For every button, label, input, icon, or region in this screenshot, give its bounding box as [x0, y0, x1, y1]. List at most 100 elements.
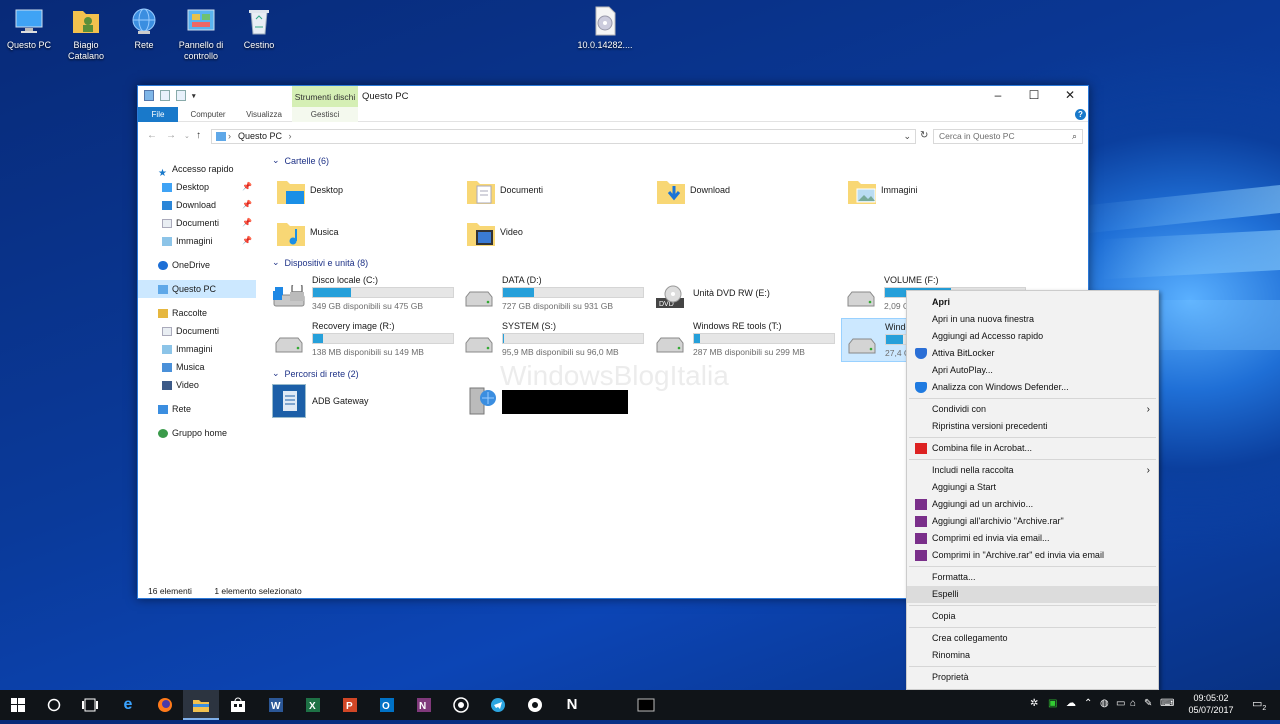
- menu-item-apri-in-una-nuova-finestra[interactable]: Apri in una nuova finestra: [907, 311, 1158, 328]
- nav-rete[interactable]: Rete: [138, 400, 256, 418]
- desktop-icon-questo-pc[interactable]: Questo PC: [1, 5, 57, 51]
- nav-desktop[interactable]: Desktop 📌: [138, 178, 256, 196]
- app-icon[interactable]: [517, 690, 553, 720]
- tray-app-icon[interactable]: ◍: [1100, 698, 1109, 709]
- menu-item-aggiungi-all-archivio-archive-rar[interactable]: Aggiungi all'archivio "Archive.rar": [907, 513, 1158, 530]
- drive-c[interactable]: Disco locale (C:) 349 GB disponibili su …: [272, 275, 454, 317]
- file-explorer-icon[interactable]: [183, 690, 219, 720]
- nav-accesso-rapido[interactable]: ★ Accesso rapido: [138, 160, 256, 179]
- desktop-icon-cestino[interactable]: Cestino: [231, 5, 287, 51]
- pen-icon[interactable]: ✎: [1144, 698, 1152, 709]
- telegram-icon[interactable]: [480, 690, 516, 720]
- menu-item-attiva-bitlocker[interactable]: Attiva BitLocker: [907, 345, 1158, 362]
- desktop-icon-iso-file[interactable]: 10.0.14282....: [572, 5, 638, 51]
- menu-item-ripristina-versioni-precedenti[interactable]: Ripristina versioni precedenti: [907, 418, 1158, 435]
- menu-item-aggiungi-a-start[interactable]: Aggiungi a Start: [907, 479, 1158, 496]
- help-icon[interactable]: ?: [1075, 109, 1086, 120]
- menu-item-aggiungi-ad-accesso-rapido[interactable]: Aggiungi ad Accesso rapido: [907, 328, 1158, 345]
- notion-icon[interactable]: N: [554, 690, 590, 720]
- nav-download[interactable]: Download 📌: [138, 196, 256, 214]
- task-view-icon[interactable]: [72, 690, 108, 720]
- tray-app-icon[interactable]: ⌂: [1130, 698, 1136, 709]
- menu-item-aggiungi-ad-un-archivio[interactable]: Aggiungi ad un archivio...: [907, 496, 1158, 513]
- tray-app-icon[interactable]: ▣: [1048, 698, 1057, 709]
- drive-s[interactable]: SYSTEM (S:) 95,9 MB disponibili su 96,0 …: [462, 321, 644, 363]
- nav-questo-pc[interactable]: Questo PC: [138, 280, 256, 298]
- terminal-icon[interactable]: [628, 690, 664, 720]
- forward-icon[interactable]: →: [166, 130, 176, 141]
- tray-settings-icon[interactable]: ✲: [1030, 698, 1038, 709]
- minimize-button[interactable]: –: [980, 86, 1016, 107]
- word-icon[interactable]: W: [258, 690, 294, 720]
- group-header-devices[interactable]: ⌄ Dispositivi e unità (8): [272, 257, 1082, 268]
- menu-item-analizza-con-windows-defender[interactable]: Analizza con Windows Defender...: [907, 379, 1158, 396]
- drive-e-dvd[interactable]: DVD Unità DVD RW (E:): [653, 275, 833, 317]
- desktop-icon-pannello[interactable]: Pannello di controllo: [173, 5, 229, 62]
- recent-locations-icon[interactable]: ⌄: [184, 132, 190, 140]
- firefox-icon[interactable]: [147, 690, 183, 720]
- address-box[interactable]: › Questo PC › ⌄: [211, 129, 916, 144]
- pin-icon[interactable]: 📌: [242, 214, 252, 232]
- menu-item-espelli[interactable]: Espelli: [907, 586, 1158, 603]
- network-location-adb-gateway[interactable]: ADB Gateway: [272, 384, 452, 424]
- menu-item-crea-collegamento[interactable]: Crea collegamento: [907, 630, 1158, 647]
- desktop-icon-rete[interactable]: Rete: [116, 5, 172, 51]
- battery-icon[interactable]: ▭: [1116, 698, 1125, 709]
- address-dropdown-icon[interactable]: ⌄: [903, 130, 911, 143]
- tab-file[interactable]: File: [138, 107, 178, 122]
- nav-raccolte[interactable]: Raccolte: [138, 304, 256, 322]
- whatsapp-icon[interactable]: [443, 690, 479, 720]
- menu-item-combina-file-in-acrobat[interactable]: Combina file in Acrobat...: [907, 440, 1158, 457]
- notification-center-icon[interactable]: ▭2: [1252, 697, 1266, 712]
- nav-raccolte-video[interactable]: Video: [138, 376, 256, 394]
- tray-chevron-icon[interactable]: ⌃: [1084, 698, 1092, 709]
- close-button[interactable]: ✕: [1052, 86, 1088, 107]
- drive-d[interactable]: DATA (D:) 727 GB disponibili su 931 GB: [462, 275, 644, 317]
- folder-musica[interactable]: Musica: [276, 214, 456, 254]
- menu-item-condividi-con[interactable]: Condividi con ›: [907, 401, 1158, 418]
- properties-icon[interactable]: [160, 90, 170, 101]
- start-icon[interactable]: [0, 690, 36, 720]
- nav-raccolte-immagini[interactable]: Immagini: [138, 340, 256, 358]
- new-folder-icon[interactable]: [176, 90, 186, 101]
- nav-documenti[interactable]: Documenti 📌: [138, 214, 256, 232]
- breadcrumb-chevron-icon[interactable]: ›: [289, 131, 292, 141]
- pin-icon[interactable]: 📌: [242, 196, 252, 214]
- nav-immagini[interactable]: Immagini 📌: [138, 232, 256, 250]
- maximize-button[interactable]: ☐: [1016, 86, 1052, 107]
- menu-item-copia[interactable]: Copia: [907, 608, 1158, 625]
- drive-t[interactable]: Windows RE tools (T:) 287 MB disponibili…: [653, 321, 835, 363]
- cortana-icon[interactable]: [36, 690, 72, 720]
- nav-onedrive[interactable]: OneDrive: [138, 256, 256, 274]
- nav-gruppo-home[interactable]: Gruppo home: [138, 424, 256, 442]
- onenote-icon[interactable]: N: [406, 690, 442, 720]
- menu-item-apri[interactable]: Apri: [907, 294, 1158, 311]
- clock[interactable]: 09:05:02 05/07/2017: [1176, 692, 1246, 716]
- refresh-icon[interactable]: ↻: [920, 130, 928, 141]
- tab-gestisci[interactable]: Gestisci: [292, 107, 358, 122]
- pin-icon[interactable]: 📌: [242, 232, 252, 250]
- menu-item-propriet[interactable]: Proprietà: [907, 669, 1158, 686]
- pin-icon[interactable]: 📌: [242, 178, 252, 196]
- up-icon[interactable]: ↑: [196, 130, 201, 141]
- powerpoint-icon[interactable]: P: [332, 690, 368, 720]
- menu-item-rinomina[interactable]: Rinomina: [907, 647, 1158, 664]
- nav-raccolte-documenti[interactable]: Documenti: [138, 322, 256, 340]
- folder-video[interactable]: Video: [466, 214, 646, 254]
- menu-item-includi-nella-raccolta[interactable]: Includi nella raccolta ›: [907, 462, 1158, 479]
- excel-icon[interactable]: X: [295, 690, 331, 720]
- menu-item-comprimi-ed-invia-via-email[interactable]: Comprimi ed invia via email...: [907, 530, 1158, 547]
- drive-r[interactable]: Recovery image (R:) 138 MB disponibili s…: [272, 321, 454, 363]
- keyboard-icon[interactable]: ⌨: [1160, 698, 1174, 709]
- drive-windows-selected[interactable]: Windo 27,4 G: [841, 318, 913, 362]
- desktop-icon-user-folder[interactable]: Biagio Catalano: [58, 5, 114, 62]
- folder-desktop[interactable]: Desktop: [276, 172, 456, 212]
- folder-download[interactable]: Download: [656, 172, 836, 212]
- customize-toolbar-icon[interactable]: ▾: [192, 92, 196, 100]
- tab-computer[interactable]: Computer: [184, 107, 232, 122]
- menu-item-comprimi-in-archive-rar-ed-invia-via-email[interactable]: Comprimi in "Archive.rar" ed invia via e…: [907, 547, 1158, 564]
- edge-icon[interactable]: e: [110, 690, 146, 720]
- back-icon[interactable]: ←: [147, 130, 157, 141]
- store-icon[interactable]: [220, 690, 256, 720]
- nav-raccolte-musica[interactable]: Musica: [138, 358, 256, 376]
